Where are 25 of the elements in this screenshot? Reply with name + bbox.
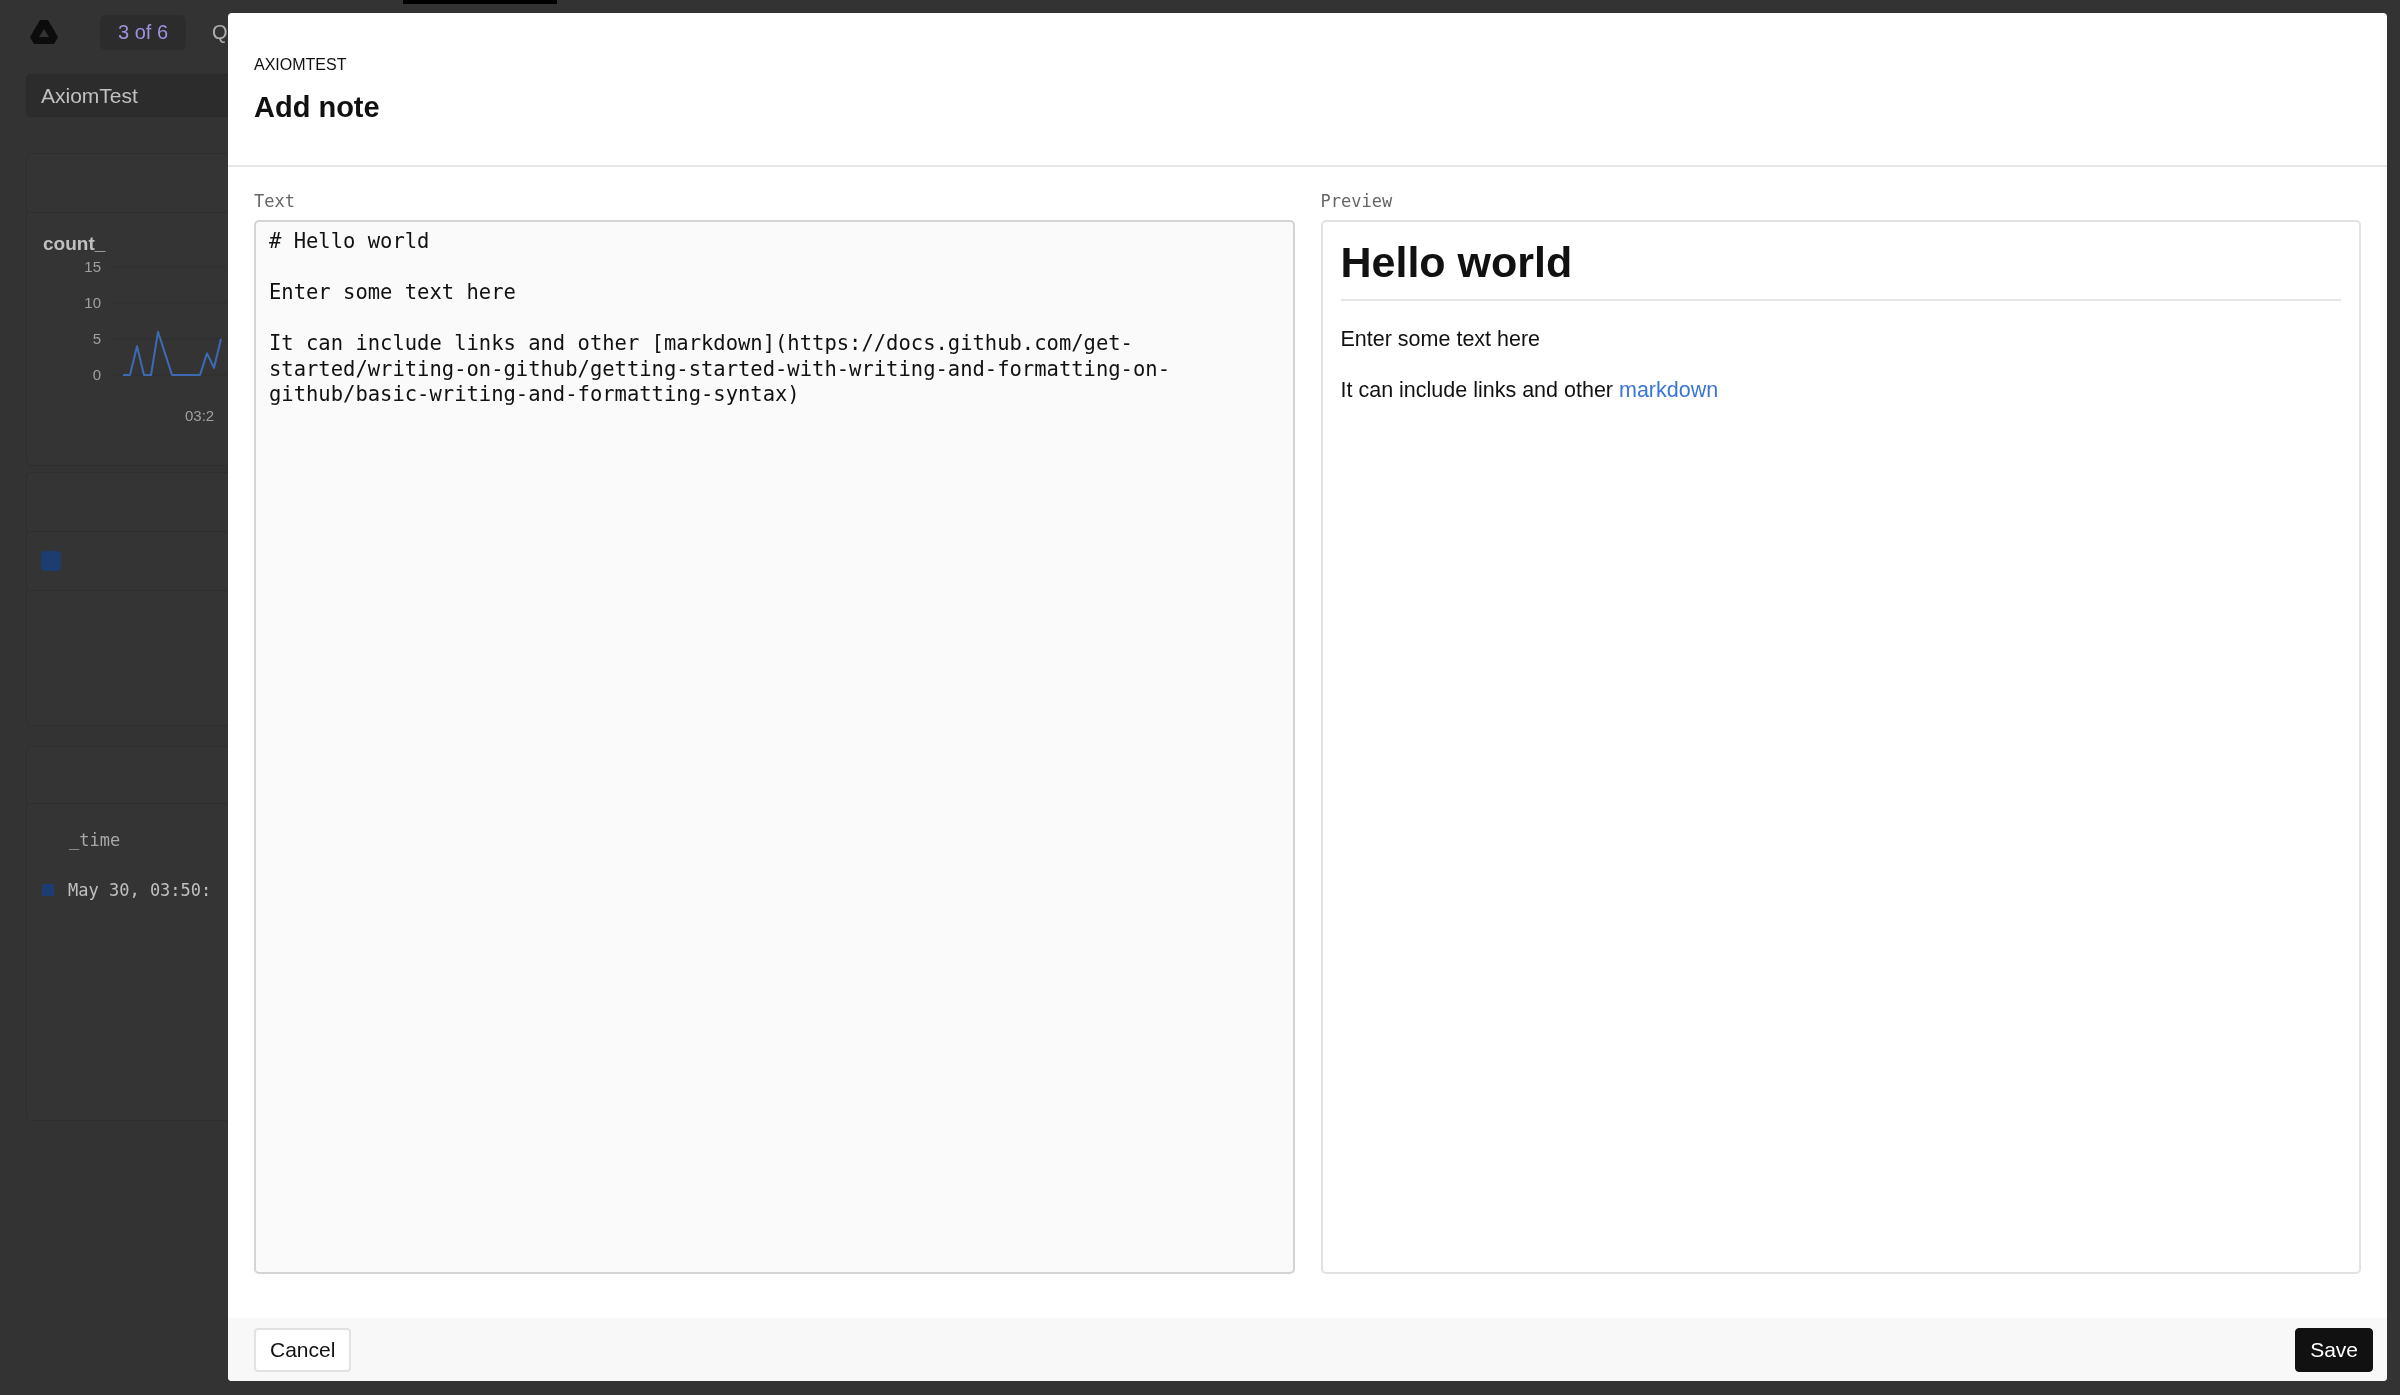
legend-swatch — [41, 551, 61, 571]
tick-label: 0 — [92, 366, 101, 383]
tab-label[interactable]: Q — [212, 20, 228, 44]
dialog-title: Add note — [254, 91, 381, 124]
tick-label: 15 — [84, 258, 101, 275]
preview-paragraph: It can include links and other markdown — [1340, 378, 1720, 403]
markdown-link[interactable]: markdown — [1619, 378, 1719, 402]
save-button[interactable]: Save — [2295, 1327, 2373, 1372]
logo-icon[interactable] — [30, 20, 58, 44]
axis-label: 03:2 — [185, 407, 215, 424]
cancel-button[interactable]: Cancel — [254, 1327, 352, 1372]
dataset-label: AXIOMTEST — [254, 56, 348, 74]
table-cell: May 30, 03:50: — [68, 880, 212, 900]
text-field[interactable]: # Hello world Enter some text here It can include links and other [markdown](https://docs.github.com/get-started/writing-on-github/getting-started-with-writing-and-formatting-on-github/basic-writing-and-formatting-syntax) — [254, 220, 1295, 1274]
tick-label: 10 — [84, 294, 101, 311]
dataset-field[interactable]: AxiomTest — [26, 74, 228, 117]
preview-heading: Hello world — [1340, 238, 2341, 301]
series-swatch — [42, 884, 54, 896]
chart-title: count_ — [43, 233, 106, 255]
field-label: Preview — [1320, 191, 1393, 211]
preview-paragraph: Enter some text here — [1340, 327, 1542, 352]
field-label: Text — [254, 191, 295, 211]
column-header: _time — [69, 830, 121, 850]
tick-label: 5 — [92, 330, 101, 347]
pager-label: 3 of 6 — [100, 14, 187, 50]
